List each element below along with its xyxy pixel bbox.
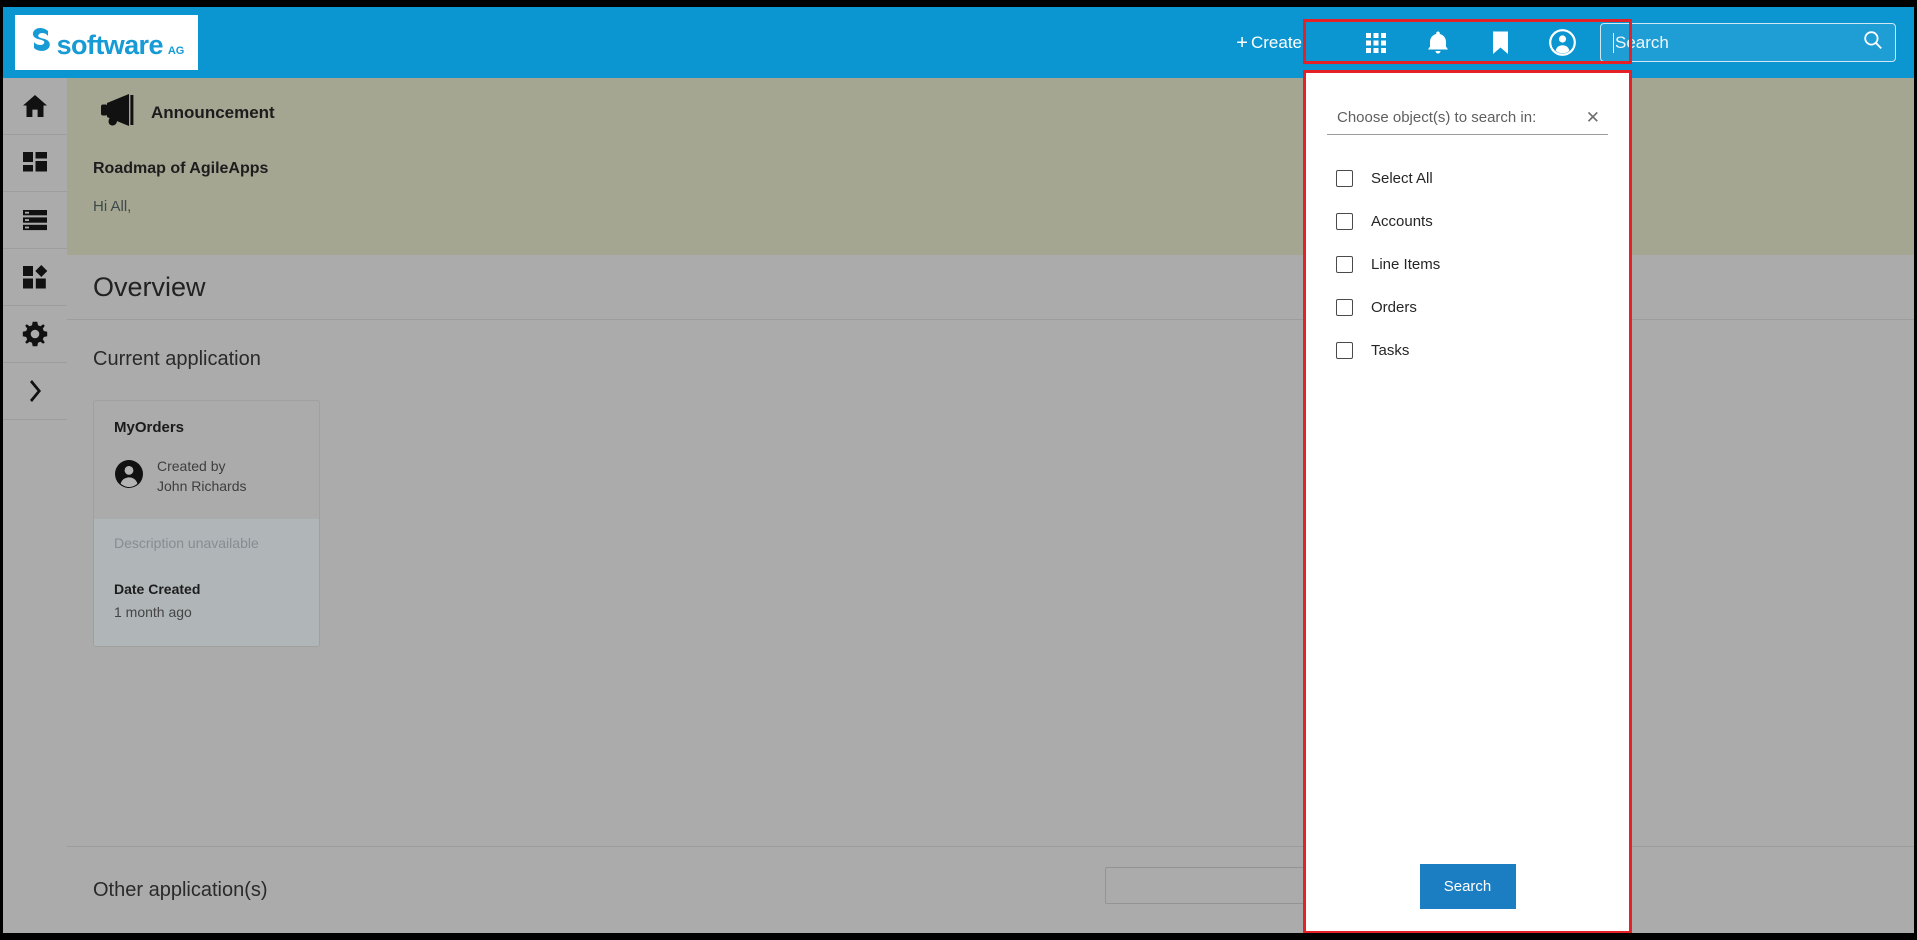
software-ag-logo[interactable]: software AG <box>15 15 198 70</box>
gear-icon <box>22 321 48 347</box>
bookmark-icon[interactable] <box>1476 19 1524 67</box>
card-top-section: MyOrders Created by John Richards <box>94 401 319 519</box>
checkbox-label: Accounts <box>1371 213 1433 230</box>
date-created-value: 1 month ago <box>114 603 192 620</box>
page-title: Overview <box>93 271 206 302</box>
sidebar-item-settings[interactable] <box>3 306 67 363</box>
megaphone-icon <box>93 92 137 133</box>
top-header-bar: software AG + Create Search <box>3 7 1914 78</box>
search-input-placeholder: Search <box>1615 32 1669 52</box>
created-by-name: John Richards <box>157 478 247 495</box>
checkbox-label: Tasks <box>1371 342 1410 359</box>
plus-icon: + <box>1236 31 1248 54</box>
text-caret <box>1613 32 1614 53</box>
sidebar-item-home[interactable] <box>3 78 67 135</box>
apps-diamond-icon <box>23 265 48 289</box>
checkbox-row-accounts[interactable]: Accounts <box>1324 200 1611 243</box>
checkbox-label: Select All <box>1371 170 1433 187</box>
logo-ag-superscript: AG <box>167 45 185 57</box>
card-app-name: MyOrders <box>114 419 185 436</box>
logo-wordmark: software <box>56 30 164 60</box>
sidebar-item-list[interactable] <box>3 192 67 249</box>
checkbox-line-items[interactable] <box>1336 256 1353 273</box>
search-input[interactable]: Search <box>1600 23 1896 62</box>
application-card[interactable]: MyOrders Created by John Richards Descri… <box>93 400 320 647</box>
checkbox-orders[interactable] <box>1336 299 1353 316</box>
announcement-title: Announcement <box>151 102 275 122</box>
account-circle-icon <box>114 459 144 494</box>
checkbox-row-orders[interactable]: Orders <box>1324 286 1611 329</box>
checkbox-accounts[interactable] <box>1336 213 1353 230</box>
checkbox-row-select-all[interactable]: Select All <box>1324 157 1611 200</box>
overview-bar: Overview <box>67 255 1914 320</box>
sidebar-item-dashboard[interactable] <box>3 135 67 192</box>
search-submit-button[interactable]: Search <box>1419 864 1516 909</box>
create-button[interactable]: + Create <box>1236 33 1302 53</box>
chevron-right-icon <box>30 380 41 402</box>
current-application-label: Current application <box>93 348 261 370</box>
card-creator: Created by John Richards <box>114 456 299 497</box>
sidebar-item-applications[interactable] <box>3 249 67 306</box>
announcement-banner: Announcement Roadmap of AgileApps Hi All… <box>67 78 1914 255</box>
checkbox-select-all[interactable] <box>1336 170 1353 187</box>
home-icon <box>23 95 47 117</box>
application-window: software AG + Create Search Announcement… <box>0 0 1917 940</box>
checkbox-label: Orders <box>1371 299 1417 316</box>
bell-icon[interactable] <box>1414 19 1462 67</box>
created-by-label: Created by <box>157 458 226 474</box>
checkbox-row-line-items[interactable]: Line Items <box>1324 243 1611 286</box>
apps-grid-icon[interactable] <box>1352 19 1400 67</box>
date-created-label: Date Created <box>114 580 201 597</box>
header-search-container: Search <box>1600 23 1896 62</box>
dashboard-icon <box>23 152 47 172</box>
checkbox-tasks[interactable] <box>1336 342 1353 359</box>
magnifier-icon[interactable] <box>1863 30 1883 55</box>
card-date-section: Date Created 1 month ago <box>94 580 319 646</box>
card-creator-text: Created by John Richards <box>157 456 247 497</box>
other-applications-label: Other application(s) <box>93 878 268 901</box>
close-icon[interactable]: ✕ <box>1582 109 1604 126</box>
dropdown-title: Choose object(s) to search in: <box>1337 109 1537 126</box>
create-button-label: Create <box>1250 32 1302 52</box>
other-applications-bar: Other application(s) <box>67 846 1914 933</box>
dropdown-header: Choose object(s) to search in: ✕ <box>1327 109 1608 135</box>
card-description-section: Description unavailable <box>94 518 319 581</box>
object-checkbox-list: Select All Accounts Line Items Orders Ta… <box>1324 157 1611 372</box>
card-description: Description unavailable <box>114 534 259 551</box>
search-objects-dropdown: Choose object(s) to search in: ✕ Select … <box>1303 70 1632 933</box>
software-ag-mark-icon <box>29 26 53 54</box>
list-icon <box>23 210 47 231</box>
left-sidebar <box>3 78 67 933</box>
dropdown-footer: Search <box>1324 864 1611 931</box>
account-circle-icon[interactable] <box>1538 19 1586 67</box>
main-content-area: Announcement Roadmap of AgileApps Hi All… <box>67 78 1914 933</box>
sidebar-item-expand[interactable] <box>3 363 67 420</box>
checkbox-label: Line Items <box>1371 256 1441 273</box>
checkbox-row-tasks[interactable]: Tasks <box>1324 329 1611 372</box>
